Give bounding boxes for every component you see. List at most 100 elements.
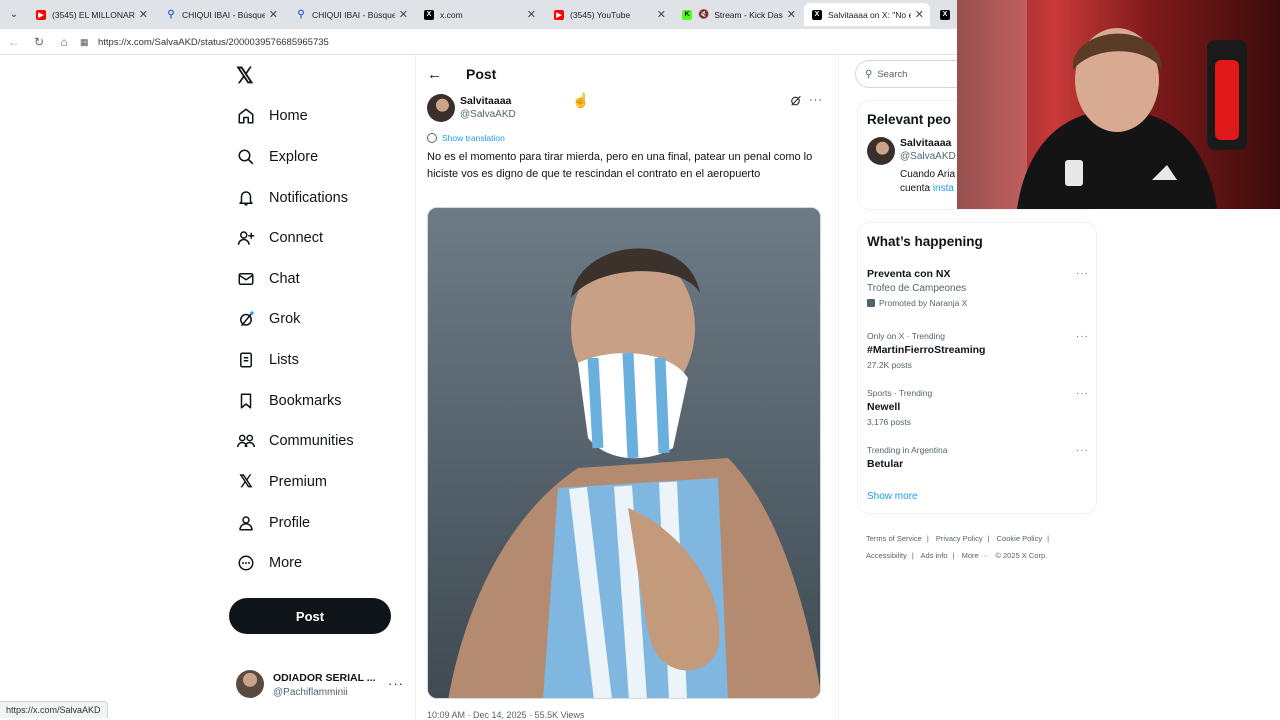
author-avatar[interactable] xyxy=(427,94,455,122)
more-horizontal-icon[interactable]: ··· xyxy=(1076,331,1089,342)
nav-item-home[interactable]: Home xyxy=(236,101,308,131)
account-handle: @Pachiflamminii xyxy=(273,687,348,698)
search-icon: ⚲ xyxy=(167,9,175,20)
trend-item[interactable]: Preventa con NX Trofeo de Campeones Prom… xyxy=(867,268,1089,308)
tab-search-menu-icon[interactable]: ⌄ xyxy=(4,4,24,24)
footer-link-cookie[interactable]: Cookie Policy xyxy=(997,534,1042,543)
trend-name: Preventa con NX xyxy=(867,268,951,280)
search-placeholder: Search xyxy=(877,68,908,80)
browser-tab[interactable]: X E xyxy=(932,3,958,26)
account-switcher[interactable]: ODIADOR SERIAL ... @Pachiflamminii ··· xyxy=(236,670,406,702)
globe-icon xyxy=(427,133,437,143)
relevant-name[interactable]: Salvitaaaa xyxy=(900,137,951,149)
avatar[interactable] xyxy=(867,137,895,165)
nav-item-notifications[interactable]: Notifications xyxy=(236,183,348,213)
trend-name: Betular xyxy=(867,458,904,470)
lists-icon xyxy=(236,350,256,370)
site-info-icon[interactable]: ▦ xyxy=(80,37,90,47)
url-field[interactable]: ▦ https://x.com/SalvaAKD/status/20000395… xyxy=(80,33,960,51)
nav-item-explore[interactable]: Explore xyxy=(236,142,318,172)
grok-icon xyxy=(236,309,256,329)
trend-posts: 3,176 posts xyxy=(867,417,911,427)
nav-item-connect[interactable]: Connect xyxy=(236,223,323,253)
nav-item-grok[interactable]: Grok xyxy=(236,304,300,334)
tab-close-icon[interactable]: ✕ xyxy=(139,8,148,21)
nav-item-bookmarks[interactable]: Bookmarks xyxy=(236,386,342,416)
bio-link[interactable]: insta xyxy=(933,183,954,194)
footer-link-terms[interactable]: Terms of Service xyxy=(866,534,922,543)
communities-icon xyxy=(236,431,256,451)
connect-icon xyxy=(236,228,256,248)
nav-label: Home xyxy=(269,108,308,124)
muted-speaker-icon[interactable]: 🔇 xyxy=(698,9,709,20)
grok-icon[interactable] xyxy=(789,94,803,108)
tab-close-icon[interactable]: ✕ xyxy=(269,8,278,21)
panel-title: What’s happening xyxy=(867,234,983,249)
tab-title: Salvitaaaa on X: "No es xyxy=(828,9,911,20)
browser-tab[interactable]: ⚲ CHIQUI IBAI - Búsqueda ✕ xyxy=(158,3,284,26)
nav-item-chat[interactable]: Chat xyxy=(236,264,300,294)
post-image[interactable] xyxy=(427,207,821,699)
tab-close-icon[interactable]: ✕ xyxy=(915,8,924,21)
footer-separator: | xyxy=(1047,534,1050,543)
tab-close-icon[interactable]: ✕ xyxy=(527,8,536,21)
tab-close-icon[interactable]: ✕ xyxy=(787,8,796,21)
browser-tab[interactable]: X x.com ✕ xyxy=(416,3,542,26)
tab-title: (3545) EL MILLONARIO | xyxy=(52,9,135,20)
promo-text: Promoted by Naranja X xyxy=(879,298,968,308)
footer-link-privacy[interactable]: Privacy Policy xyxy=(936,534,983,543)
footer-link-ads[interactable]: Ads info xyxy=(920,551,947,560)
browser-tab[interactable]: K 🔇 Stream - Kick Dashb ✕ xyxy=(674,3,802,26)
tab-close-icon[interactable]: ✕ xyxy=(399,8,408,21)
more-horizontal-icon[interactable]: ··· xyxy=(1076,388,1089,399)
nav-label: Premium xyxy=(269,474,328,490)
more-horizontal-icon[interactable]: ··· xyxy=(1076,445,1089,456)
footer-link-accessibility[interactable]: Accessibility xyxy=(866,551,907,560)
trend-item[interactable]: Trending in Argentina Betular ··· xyxy=(867,445,1089,470)
browser-tab[interactable]: ▶ (3545) EL MILLONARIO | ✕ xyxy=(28,3,154,26)
nav-label: Grok xyxy=(269,311,301,327)
footer-link-more[interactable]: More ··· xyxy=(962,551,989,560)
more-horizontal-icon[interactable]: ··· xyxy=(1076,268,1089,279)
tab-title: Stream - Kick Dashb xyxy=(714,9,783,20)
show-more-link[interactable]: Show more xyxy=(867,491,918,502)
tab-close-icon[interactable]: ✕ xyxy=(657,8,666,21)
browser-tab[interactable]: ⚲ CHIQUI IBAI - Búsqueda ✕ xyxy=(288,3,414,26)
tab-title: CHIQUI IBAI - Búsqueda xyxy=(182,9,265,20)
profile-icon xyxy=(236,513,256,533)
kick-icon: K xyxy=(682,9,692,20)
trend-item[interactable]: Sports · Trending Newell 3,176 posts ··· xyxy=(867,388,1089,427)
column-divider xyxy=(838,55,839,720)
footer-separator: | xyxy=(987,534,990,543)
nav-label: Communities xyxy=(269,433,354,449)
bell-icon xyxy=(236,188,256,208)
nav-item-lists[interactable]: Lists xyxy=(236,345,299,375)
browser-tab[interactable]: ▶ (3545) YouTube ✕ xyxy=(546,3,672,26)
back-icon[interactable]: ← xyxy=(6,34,22,50)
nav-item-premium[interactable]: 𝕏 Premium xyxy=(236,467,327,497)
more-horizontal-icon[interactable]: ··· xyxy=(809,94,823,106)
browser-tab-active[interactable]: X Salvitaaaa on X: "No es ✕ xyxy=(804,3,930,26)
nav-item-communities[interactable]: Communities xyxy=(236,426,354,456)
trend-item[interactable]: Only on X · Trending #MartinFierroStream… xyxy=(867,331,1089,370)
whats-happening-panel: What’s happening Preventa con NX Trofeo … xyxy=(857,222,1097,514)
mouse-cursor-icon: ☝ xyxy=(572,92,590,108)
nav-item-more[interactable]: More xyxy=(236,548,302,578)
tab-title: (3545) YouTube xyxy=(570,9,631,20)
author-handle[interactable]: @SalvaAKD xyxy=(460,109,516,120)
reload-icon[interactable]: ↻ xyxy=(31,34,47,50)
nav-label: Chat xyxy=(269,271,300,287)
home-icon xyxy=(236,106,256,126)
post-photo-illustration xyxy=(428,208,820,698)
relevant-handle: @SalvaAKD xyxy=(900,151,956,162)
nav-item-profile[interactable]: Profile xyxy=(236,508,310,538)
x-logo-icon[interactable]: 𝕏 xyxy=(236,65,258,87)
footer-separator: | xyxy=(952,551,955,560)
post-button[interactable]: Post xyxy=(229,598,391,634)
home-icon[interactable]: ⌂ xyxy=(56,34,72,50)
webcam-overlay xyxy=(957,0,1280,209)
author-name[interactable]: Salvitaaaa xyxy=(460,95,511,107)
show-translation-link[interactable]: Show translation xyxy=(427,133,505,143)
x-logo-icon: 𝕏 xyxy=(239,472,253,491)
back-arrow-icon[interactable]: ← xyxy=(427,66,442,83)
